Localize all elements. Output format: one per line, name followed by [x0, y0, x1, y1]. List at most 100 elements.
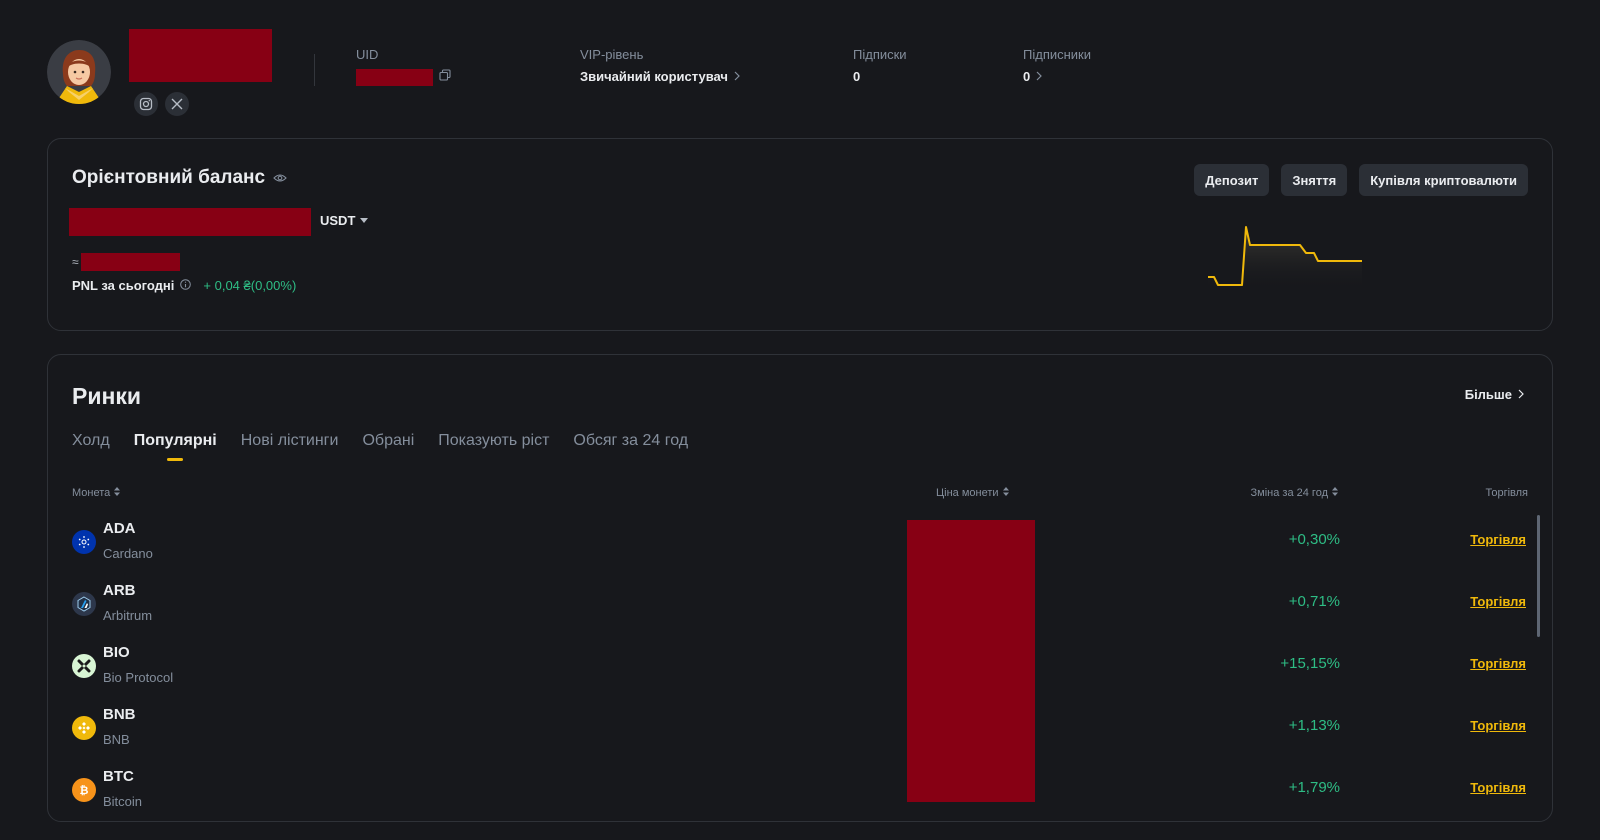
price-column-redacted: [907, 520, 1035, 802]
followers-stat[interactable]: Підписники 0: [1023, 46, 1091, 86]
change-24h: +1,79%: [1288, 779, 1340, 796]
balance-card: Орієнтовний баланс USDT ≈ PNL за сьогодн…: [47, 138, 1553, 331]
balance-sparkline: [1208, 226, 1362, 291]
table-row[interactable]: BIO Bio Protocol +15,15% Торгівля: [48, 634, 1552, 696]
more-link[interactable]: Більше: [1465, 387, 1524, 402]
change-24h: +1,13%: [1288, 717, 1340, 734]
following-stat[interactable]: Підписки 0: [853, 46, 907, 86]
tab-hold[interactable]: Холд: [72, 429, 110, 453]
vip-value-text: Звичайний користувач: [580, 69, 728, 84]
uid-stat: UID: [356, 46, 451, 86]
trade-link[interactable]: Торгівля: [1470, 718, 1526, 733]
chevron-right-icon: [734, 68, 740, 86]
coin-symbol: ADA: [103, 520, 136, 537]
eye-icon[interactable]: [273, 167, 287, 189]
arbitrum-icon: [72, 592, 96, 616]
trade-link[interactable]: Торгівля: [1470, 780, 1526, 795]
pnl-today: PNL за сьогодні + 0,04 ₴(0,00%): [72, 278, 296, 293]
cardano-icon: [72, 530, 96, 554]
change-24h: +0,30%: [1288, 531, 1340, 548]
pnl-value: + 0,04 ₴(0,00%): [203, 278, 297, 293]
col-price[interactable]: Ціна монети: [936, 487, 1009, 499]
tab-gainers[interactable]: Показують ріст: [438, 429, 549, 453]
trade-link[interactable]: Торгівля: [1470, 656, 1526, 671]
balance-title: Орієнтовний баланс: [72, 167, 287, 189]
markets-tabs: Холд Популярні Нові лістинги Обрані Пока…: [72, 429, 688, 453]
table-row[interactable]: BNB BNB +1,13% Торгівля: [48, 696, 1552, 758]
col-trade: Торгівля: [1485, 487, 1528, 499]
chevron-right-icon: [1036, 68, 1043, 86]
followers-label: Підписники: [1023, 47, 1092, 62]
deposit-button[interactable]: Депозит: [1194, 164, 1270, 196]
sort-icon: [1002, 487, 1009, 499]
change-24h: +15,15%: [1280, 655, 1340, 672]
coin-symbol: BIO: [103, 644, 130, 661]
following-value: 0: [853, 69, 861, 84]
tab-new-listings[interactable]: Нові лістинги: [241, 429, 339, 453]
balance-amount-redacted: [69, 208, 311, 236]
instagram-icon: [139, 97, 153, 111]
x-link[interactable]: [165, 92, 189, 116]
followers-value-text: 0: [1023, 69, 1031, 84]
coin-symbol: BTC: [103, 768, 134, 785]
svg-text:₿: ₿: [80, 784, 89, 797]
col-coin[interactable]: Монета: [72, 487, 121, 499]
table-scrollbar[interactable]: [1537, 515, 1540, 637]
currency-select[interactable]: USDT: [320, 213, 369, 228]
coin-name: Bio Protocol: [103, 670, 174, 685]
more-link-text: Більше: [1464, 387, 1512, 402]
bnb-icon: [72, 716, 96, 740]
coin-name: Bitcoin: [103, 794, 143, 809]
col-change-label: Зміна за 24 год: [1250, 487, 1328, 499]
uid-label: UID: [356, 47, 379, 62]
balance-actions: Депозит Зняття Купівля криптовалюти: [1194, 164, 1528, 196]
approx-balance: ≈: [72, 253, 180, 271]
avatar[interactable]: [47, 40, 111, 104]
x-icon: [171, 98, 183, 110]
instagram-link[interactable]: [134, 92, 158, 116]
markets-title: Ринки: [72, 383, 142, 409]
tab-volume-24h[interactable]: Обсяг за 24 год: [573, 429, 688, 453]
coin-name: Cardano: [103, 546, 153, 561]
coin-name: Arbitrum: [103, 608, 153, 623]
tab-popular[interactable]: Популярні: [134, 429, 217, 453]
markets-card: Ринки Більше Холд Популярні Нові лістинг…: [47, 354, 1553, 822]
buy-crypto-button[interactable]: Купівля криптовалюти: [1359, 164, 1528, 196]
vip-stat[interactable]: VIP-рівень Звичайний користувач: [580, 46, 740, 86]
withdraw-button[interactable]: Зняття: [1281, 164, 1348, 196]
chevron-right-icon: [1518, 387, 1524, 402]
table-row[interactable]: ₿ BTC Bitcoin +1,79% Торгівля: [48, 758, 1552, 820]
followers-value: 0: [1023, 68, 1091, 86]
copy-icon[interactable]: [439, 68, 451, 86]
currency-label: USDT: [320, 213, 356, 228]
col-coin-label: Монета: [72, 487, 111, 499]
uid-value: [356, 68, 451, 86]
coin-symbol: BNB: [103, 706, 136, 723]
vip-value: Звичайний користувач: [580, 68, 740, 86]
bitcoin-icon: ₿: [72, 778, 96, 802]
col-price-label: Ціна монети: [936, 487, 999, 499]
col-change[interactable]: Зміна за 24 год: [1251, 487, 1338, 499]
table-row[interactable]: ADA Cardano +0,30% Торгівля: [48, 510, 1552, 572]
following-label: Підписки: [853, 47, 907, 62]
pnl-label: PNL за сьогодні: [72, 278, 175, 293]
profile-header: UID VIP-рівень Звичайний користувач Підп…: [0, 0, 1600, 130]
approx-prefix: ≈: [72, 255, 79, 269]
approx-value-redacted: [80, 253, 180, 271]
tab-favorites[interactable]: Обрані: [362, 429, 414, 453]
info-icon[interactable]: [180, 278, 192, 293]
vip-label: VIP-рівень: [580, 47, 644, 62]
trade-link[interactable]: Торгівля: [1470, 594, 1526, 609]
sort-icon: [114, 487, 121, 499]
table-row[interactable]: ARB Arbitrum +0,71% Торгівля: [48, 572, 1552, 634]
bio-protocol-icon: [72, 654, 96, 678]
coin-name: BNB: [103, 732, 130, 747]
uid-redacted: [356, 68, 433, 86]
avatar-image: [47, 40, 111, 104]
sort-icon: [1332, 487, 1338, 499]
header-divider: [314, 54, 315, 86]
change-24h: +0,71%: [1288, 593, 1340, 610]
trade-link[interactable]: Торгівля: [1470, 532, 1526, 547]
balance-title-text: Орієнтовний баланс: [72, 167, 266, 188]
username-redacted: [129, 29, 272, 82]
